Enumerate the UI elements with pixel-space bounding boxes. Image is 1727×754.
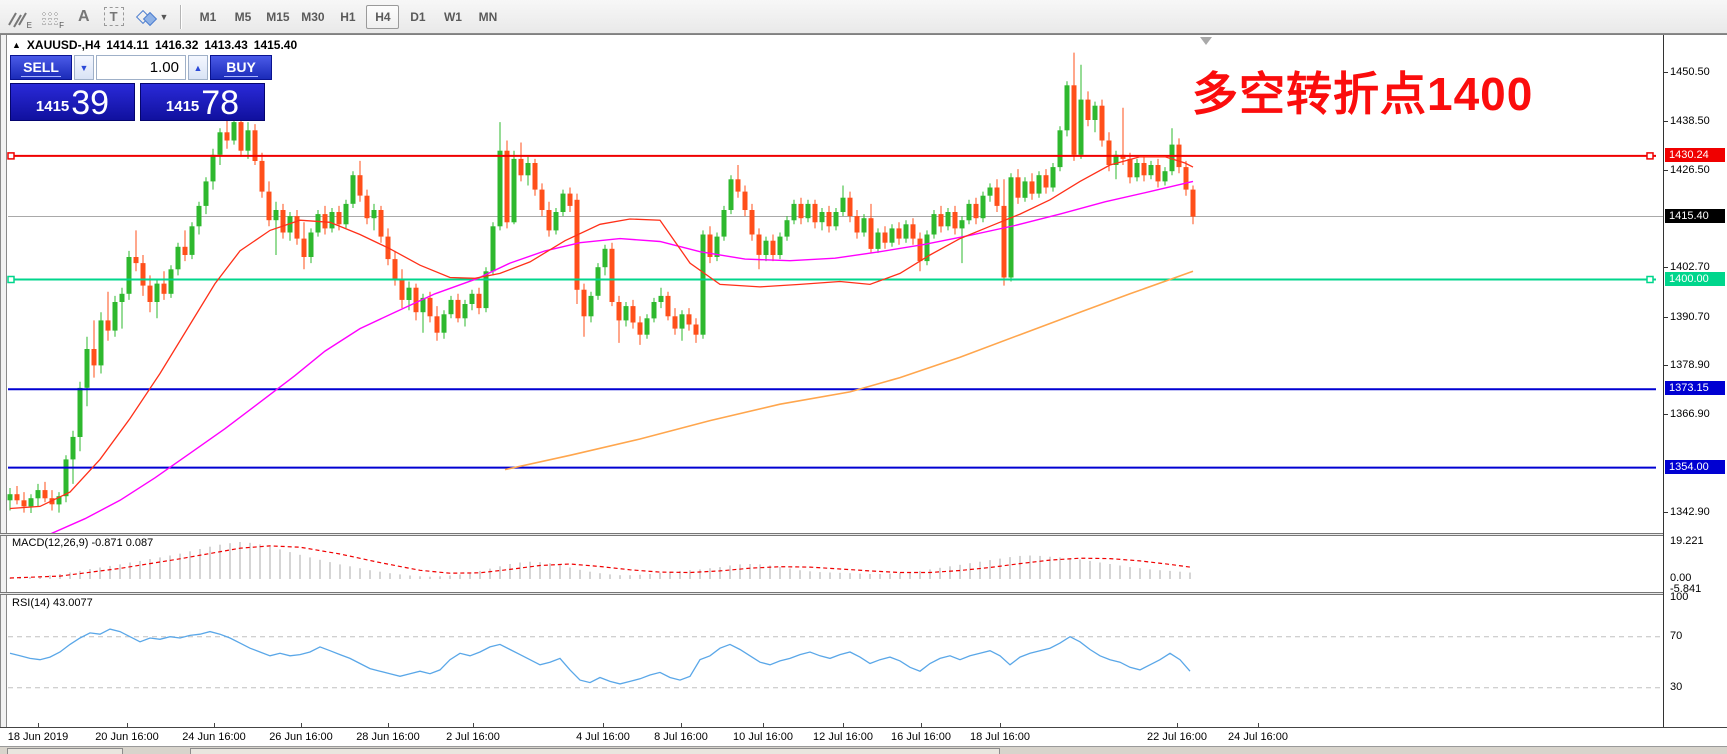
rsi-label: RSI(14) 43.0077 xyxy=(12,597,93,609)
price-tick-label: 1342.90 xyxy=(1670,506,1710,518)
buy-quote-tile[interactable]: 1415 78 xyxy=(140,83,265,121)
symbol-marker-icon: ▲ xyxy=(12,40,21,50)
time-tick-label: 2 Jul 16:00 xyxy=(446,731,500,743)
time-tick-label: 20 Jun 16:00 xyxy=(95,731,159,743)
toolbar-separator xyxy=(180,5,182,29)
bottom-tab[interactable] xyxy=(7,748,123,754)
text-label-tool[interactable]: A xyxy=(78,8,90,26)
timeframe-bar: M1 M5 M15 M30 H1 H4 D1 W1 MN xyxy=(190,5,505,29)
buy-price-stem: 1415 xyxy=(166,98,199,115)
symbol-name: XAUUSD-,H4 xyxy=(27,38,100,52)
grid-icon[interactable]: F xyxy=(38,5,64,29)
tf-mn[interactable]: MN xyxy=(471,5,504,29)
time-tick-mark xyxy=(214,723,215,728)
time-tick-label: 24 Jun 16:00 xyxy=(182,731,246,743)
price-tick-label: 1450.50 xyxy=(1670,66,1710,78)
price-tick-label: 1378.90 xyxy=(1670,359,1710,371)
time-tick-label: 26 Jun 16:00 xyxy=(269,731,333,743)
volume-input[interactable] xyxy=(96,55,186,80)
chart-ohlc-title: ▲ XAUUSD-,H4 1414.11 1416.32 1413.43 141… xyxy=(12,38,297,52)
time-tick-mark xyxy=(843,723,844,728)
time-tick-label: 22 Jul 16:00 xyxy=(1147,731,1207,743)
macd-axis-label: 0.00 xyxy=(1670,572,1691,584)
time-tick-mark xyxy=(473,723,474,728)
bottom-tab[interactable] xyxy=(190,748,1000,754)
time-tick-mark xyxy=(763,723,764,728)
tf-h4-active[interactable]: H4 xyxy=(366,5,399,29)
macd-label: MACD(12,26,9) -0.871 0.087 xyxy=(12,537,153,549)
time-tick-mark xyxy=(681,723,682,728)
time-tick-label: 4 Jul 16:00 xyxy=(576,731,630,743)
price-tick-label: 1366.90 xyxy=(1670,408,1710,420)
sell-price-pips: 39 xyxy=(71,88,109,118)
price-axis[interactable]: 1450.501438.501426.501402.701390.701378.… xyxy=(1663,35,1727,727)
macd-panel-divider[interactable] xyxy=(0,533,1727,536)
bottom-tab-strip xyxy=(0,746,1727,754)
price-badge: 1354.00 xyxy=(1665,460,1725,474)
rsi-canvas[interactable] xyxy=(0,595,1663,726)
grid-icon-glyph xyxy=(41,11,61,29)
time-tick-label: 12 Jul 16:00 xyxy=(813,731,873,743)
time-tick-mark xyxy=(388,723,389,728)
time-tick-mark xyxy=(603,723,604,728)
price-badge: 1430.24 xyxy=(1665,148,1725,162)
time-tick-label: 24 Jul 16:00 xyxy=(1228,731,1288,743)
tf-d1[interactable]: D1 xyxy=(401,5,434,29)
price-tick-label: 1438.50 xyxy=(1670,115,1710,127)
buy-price-pips: 78 xyxy=(201,88,239,118)
rsi-panel-divider[interactable] xyxy=(0,592,1727,595)
toolbar: E F A T ▼ M1 M5 M15 M30 H1 H4 D1 W1 xyxy=(0,0,1727,34)
time-tick-mark xyxy=(921,723,922,728)
ohlc-high: 1416.32 xyxy=(155,38,198,52)
macd-axis-label: 19.221 xyxy=(1670,535,1704,547)
shapes-tool[interactable]: ▼ xyxy=(138,9,169,24)
price-badge: 1400.00 xyxy=(1665,272,1725,286)
ohlc-close: 1415.40 xyxy=(254,38,297,52)
ohlc-open: 1414.11 xyxy=(106,38,149,52)
chart-shift-marker-icon[interactable] xyxy=(1200,37,1212,45)
macd-canvas[interactable] xyxy=(0,536,1663,593)
sell-price-stem: 1415 xyxy=(36,98,69,115)
price-badge: 1373.15 xyxy=(1665,381,1725,395)
ohlc-low: 1413.43 xyxy=(204,38,247,52)
time-tick-mark xyxy=(127,723,128,728)
time-tick-mark xyxy=(1258,723,1259,728)
time-tick-mark xyxy=(1177,723,1178,728)
tf-h1[interactable]: H1 xyxy=(331,5,364,29)
chevron-down-icon: ▼ xyxy=(160,12,169,22)
time-tick-label: 8 Jul 16:00 xyxy=(654,731,708,743)
time-tick-mark xyxy=(1000,723,1001,728)
rsi-axis-label: 100 xyxy=(1670,591,1688,603)
price-badge: 1415.40 xyxy=(1665,209,1725,223)
sell-button[interactable]: SELL xyxy=(10,55,72,80)
buy-button[interactable]: BUY xyxy=(210,55,272,80)
rsi-axis-label: 70 xyxy=(1670,630,1682,642)
sell-quote-tile[interactable]: 1415 39 xyxy=(10,83,135,121)
rsi-axis-label: 30 xyxy=(1670,681,1682,693)
tf-m5[interactable]: M5 xyxy=(226,5,259,29)
text-box-tool[interactable]: T xyxy=(104,7,124,26)
indicators-icon-sub: E xyxy=(27,21,32,30)
price-tick-label: 1390.70 xyxy=(1670,311,1710,323)
time-axis[interactable]: 18 Jun 2019 20 Jun 16:00 24 Jun 16:00 26 Ju… xyxy=(0,727,1727,746)
grid-icon-sub: F xyxy=(59,21,64,30)
tf-w1[interactable]: W1 xyxy=(436,5,469,29)
tf-m1[interactable]: M1 xyxy=(191,5,224,29)
time-tick-label: 10 Jul 16:00 xyxy=(733,731,793,743)
time-tick-label: 16 Jul 16:00 xyxy=(891,731,951,743)
tf-m30[interactable]: M30 xyxy=(296,5,329,29)
time-tick-label: 28 Jun 16:00 xyxy=(356,731,420,743)
tf-m15[interactable]: M15 xyxy=(261,5,294,29)
time-tick-mark xyxy=(38,723,39,728)
volume-increase-button[interactable]: ▲ xyxy=(188,55,208,80)
indicators-icon[interactable]: E xyxy=(6,5,32,29)
time-tick-label: 18 Jul 16:00 xyxy=(970,731,1030,743)
volume-decrease-button[interactable]: ▼ xyxy=(74,55,94,80)
price-tick-label: 1426.50 xyxy=(1670,164,1710,176)
one-click-trading-panel: SELL ▼ ▲ BUY 1415 39 1415 78 xyxy=(10,55,272,121)
time-tick-label: 18 Jun 2019 xyxy=(8,731,69,743)
chart-annotation-text: 多空转折点1400 xyxy=(1192,58,1533,124)
mt4-window: E F A T ▼ M1 M5 M15 M30 H1 H4 D1 W1 xyxy=(0,0,1727,754)
time-tick-mark xyxy=(301,723,302,728)
